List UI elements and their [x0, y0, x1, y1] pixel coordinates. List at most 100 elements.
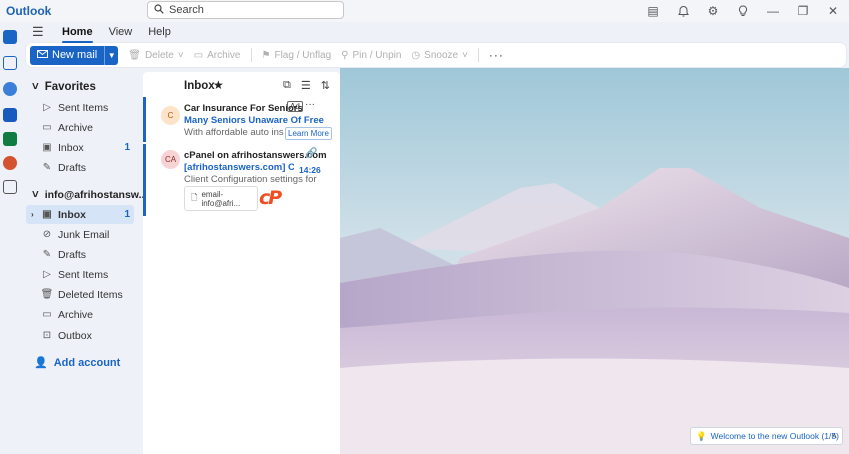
- word-app-icon[interactable]: [3, 108, 17, 122]
- folder-drafts-account[interactable]: ✎ Drafts: [26, 245, 134, 264]
- hamburger-icon[interactable]: ☰: [32, 24, 46, 40]
- sort-icon[interactable]: ⇅: [321, 79, 330, 92]
- new-mail-dropdown[interactable]: ▼: [104, 45, 119, 65]
- excel-app-icon[interactable]: [3, 132, 17, 146]
- snooze-label: Snooze: [424, 49, 459, 61]
- folder-label: Inbox: [58, 141, 84, 154]
- folder-archive[interactable]: ▭ Archive: [26, 118, 134, 137]
- mail-app-icon[interactable]: [3, 30, 17, 44]
- archive-icon: ▭: [193, 49, 204, 61]
- tab-view[interactable]: View: [109, 24, 133, 40]
- search-placeholder: Search: [169, 4, 204, 16]
- toolbar: New mail ▼ 🗑 Delete ˅ ▭ Archive ⚑ Flag / Un…: [26, 43, 846, 67]
- outbox-icon: ⊡: [42, 330, 52, 341]
- reading-pane-background: [340, 68, 849, 454]
- close-icon[interactable]: ✕: [825, 3, 841, 19]
- bell-icon[interactable]: [675, 3, 691, 19]
- archive-button[interactable]: ▭ Archive: [194, 50, 241, 61]
- pin-button[interactable]: ⚲ Pin / Unpin: [341, 50, 401, 61]
- favorites-header[interactable]: ˅ Favorites: [32, 81, 96, 93]
- ad-badge: Ad: [287, 101, 303, 112]
- folder-archive-account[interactable]: ▭ Archive: [26, 305, 134, 324]
- clock-icon: ◷: [411, 49, 421, 61]
- star-icon[interactable]: ★: [213, 78, 224, 92]
- new-mail-button[interactable]: New mail: [30, 45, 105, 65]
- ribbon-tabs: ☰ Home View Help: [22, 22, 849, 43]
- send-icon: ▷: [43, 269, 51, 280]
- folder-pane: ˅ Favorites ▷ Sent Items ▭ Archive ▣ Inbox …: [22, 72, 147, 454]
- filter-icon[interactable]: ☰: [301, 79, 311, 92]
- folder-inbox-account[interactable]: › ▣ Inbox 1: [26, 205, 134, 224]
- subject: Many Seniors Unaware Of Free Car Insu: [184, 115, 327, 126]
- lightbulb-icon: 💡: [696, 430, 707, 441]
- chevron-up-icon[interactable]: ˄: [832, 431, 837, 441]
- new-mail-label: New mail: [52, 49, 98, 61]
- message-list-header: Inbox ★ ⧉ ☰ ⇅: [143, 72, 340, 98]
- junk-icon: ⊘: [42, 229, 52, 240]
- pencil-icon: ✎: [42, 249, 52, 260]
- delete-label: Delete: [144, 49, 174, 61]
- sender: Car Insurance For Seniors: [184, 103, 303, 114]
- account-title: info@afrihostansw...: [44, 189, 148, 201]
- folder-label: Drafts: [58, 248, 87, 261]
- inbox-icon: ▣: [42, 142, 52, 153]
- folder-inbox[interactable]: ▣ Inbox 1: [26, 138, 134, 157]
- unread-count: 1: [124, 142, 130, 153]
- list-item-ad[interactable]: C Car Insurance For Seniors Ad ··· Many …: [143, 97, 340, 142]
- more-options-button[interactable]: ···: [489, 48, 504, 62]
- file-icon: 🗋: [191, 192, 198, 202]
- tab-home[interactable]: Home: [62, 24, 93, 43]
- folder-label: Deleted Items: [58, 288, 123, 301]
- flag-button[interactable]: ⚑ Flag / Unflag: [262, 50, 332, 61]
- restore-icon[interactable]: ❐: [795, 3, 811, 19]
- lightbulb-icon[interactable]: [735, 3, 751, 19]
- inbox-icon: ▣: [42, 209, 52, 220]
- list-item-cpanel[interactable]: CA cPanel on afrihostanswers.com 🔗 [afri…: [143, 144, 340, 216]
- archive-label: Archive: [207, 49, 241, 61]
- folder-sent-items[interactable]: ▷ Sent Items: [26, 98, 134, 117]
- folder-label: Inbox: [58, 208, 86, 221]
- more-icon[interactable]: ···: [305, 99, 315, 110]
- delete-button[interactable]: 🗑 Delete ˅: [128, 50, 183, 61]
- chevron-down-icon: ˅: [32, 81, 39, 93]
- tab-help[interactable]: Help: [148, 24, 171, 40]
- attachment-chip[interactable]: 🗋 email-info@afri...: [184, 186, 258, 211]
- favorites-title: Favorites: [44, 81, 96, 93]
- new-mail-split-button: New mail ▼: [30, 45, 119, 65]
- trash-icon: 🗑: [40, 289, 54, 300]
- folder-label: Junk Email: [58, 228, 110, 241]
- toolbar-divider: [250, 48, 252, 62]
- folder-drafts[interactable]: ✎ Drafts: [26, 158, 134, 177]
- preview: With affordable auto ins...: [184, 127, 284, 138]
- add-account-button[interactable]: 👤 Add account: [34, 356, 120, 370]
- folder-sent-account[interactable]: ▷ Sent Items: [26, 265, 134, 284]
- search-input[interactable]: Search: [147, 1, 344, 19]
- title-bar: Outlook Search ▤ ⚙ — ❐ ✕: [0, 0, 849, 22]
- calendar-app-icon[interactable]: [3, 56, 17, 70]
- folder-deleted[interactable]: 🗑 Deleted Items: [26, 285, 134, 304]
- unread-bar: [143, 144, 146, 216]
- message-list: Inbox ★ ⧉ ☰ ⇅ C Car Insurance For Senior…: [143, 72, 340, 454]
- welcome-tip[interactable]: 💡 Welcome to the new Outlook (1/5) ˄: [690, 427, 843, 445]
- notes-icon[interactable]: ▤: [645, 3, 661, 19]
- pin-label: Pin / Unpin: [352, 49, 402, 61]
- selection-bar: [143, 97, 146, 142]
- powerpoint-app-icon[interactable]: [3, 156, 17, 170]
- folder-label: Drafts: [58, 161, 87, 174]
- account-header[interactable]: ˅ info@afrihostansw...: [32, 189, 147, 201]
- archive-icon: ▭: [42, 309, 52, 320]
- snooze-button[interactable]: ◷ Snooze ˅: [411, 50, 468, 61]
- toolbar-divider: [477, 48, 479, 62]
- preview: Client Configuration settings for "inf..…: [184, 174, 319, 185]
- folder-junk[interactable]: ⊘ Junk Email: [26, 225, 134, 244]
- folder-label: Sent Items: [58, 268, 109, 281]
- paperclip-icon: 🔗: [305, 148, 318, 159]
- message-list-title: Inbox: [184, 80, 215, 92]
- learn-more-button[interactable]: Learn More: [285, 127, 332, 140]
- folder-outbox[interactable]: ⊡ Outbox: [26, 326, 134, 345]
- people-app-icon[interactable]: [3, 82, 17, 96]
- more-apps-icon[interactable]: [3, 180, 17, 194]
- minimize-icon[interactable]: —: [765, 3, 781, 19]
- select-icon[interactable]: ⧉: [283, 79, 291, 92]
- gear-icon[interactable]: ⚙: [705, 3, 721, 19]
